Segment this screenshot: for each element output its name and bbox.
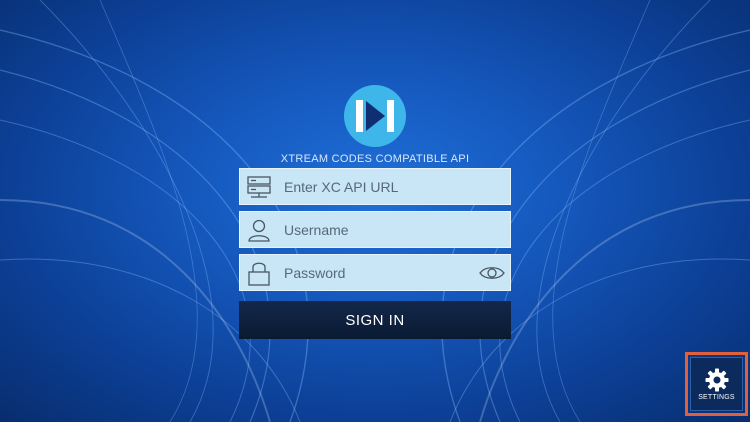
settings-label: SETTINGS — [698, 393, 735, 401]
user-icon — [240, 212, 278, 247]
password-input[interactable] — [284, 255, 474, 290]
url-field[interactable] — [239, 168, 511, 205]
play-logo-icon — [344, 85, 406, 147]
api-caption: XTREAM CODES COMPATIBLE API — [280, 153, 470, 165]
gear-icon — [705, 368, 728, 391]
lock-icon — [240, 255, 278, 290]
sign-in-button[interactable]: SIGN IN — [239, 301, 511, 339]
username-field[interactable] — [239, 211, 511, 248]
url-input[interactable] — [284, 169, 474, 204]
server-icon — [240, 169, 278, 204]
password-field[interactable] — [239, 254, 511, 291]
login-screen: XTREAM CODES COMPATIBLE API Enter XC API… — [0, 0, 750, 422]
username-input[interactable] — [284, 212, 474, 247]
settings-button[interactable]: SETTINGS — [690, 357, 743, 411]
eye-icon[interactable] — [476, 255, 508, 290]
